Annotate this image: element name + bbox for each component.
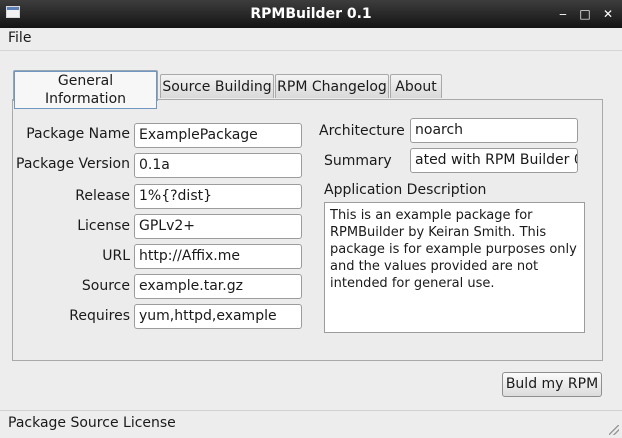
resize-grip-icon[interactable]: [609, 425, 619, 435]
summary-label: Summary: [324, 153, 392, 169]
package-name-field[interactable]: ExamplePackage: [134, 123, 302, 148]
requires-label: Requires: [69, 308, 130, 324]
package-name-label: Package Name: [26, 126, 130, 142]
status-bar: Package Source License: [0, 410, 622, 438]
license-label: License: [77, 218, 130, 234]
maximize-icon[interactable]: □: [576, 5, 594, 23]
requires-field[interactable]: yum,httpd,example: [134, 304, 302, 329]
package-version-field[interactable]: 0.1a: [134, 153, 302, 178]
url-field[interactable]: http://Affix.me: [134, 244, 302, 269]
description-label: Application Description: [324, 182, 487, 198]
title-bar[interactable]: RPMBuilder 0.1 ‒ □ ✕: [0, 0, 622, 28]
menu-file[interactable]: File: [8, 30, 31, 46]
architecture-field[interactable]: noarch: [410, 118, 578, 143]
tab-general-information[interactable]: General Information: [13, 70, 158, 109]
description-textarea[interactable]: This is an example package for RPMBuilde…: [324, 202, 585, 333]
window-title: RPMBuilder 0.1: [250, 6, 372, 22]
source-field[interactable]: example.tar.gz: [134, 274, 302, 299]
tab-source-building[interactable]: Source Building: [160, 74, 274, 98]
url-label: URL: [102, 248, 130, 264]
release-field[interactable]: 1%{?dist}: [134, 184, 302, 209]
menu-bar: File: [0, 28, 622, 51]
tab-label: General Information: [14, 71, 157, 109]
source-label: Source: [81, 278, 130, 294]
build-rpm-button[interactable]: Buld my RPM: [502, 372, 602, 397]
summary-field[interactable]: ated with RPM Builder 0.1: [410, 148, 578, 173]
tab-about[interactable]: About: [390, 74, 442, 98]
close-icon[interactable]: ✕: [599, 5, 617, 23]
package-version-label: Package Version: [16, 156, 130, 172]
minimize-icon[interactable]: ‒: [554, 5, 572, 23]
release-label: Release: [75, 188, 130, 204]
status-text: Package Source License: [8, 415, 176, 431]
tab-rpm-changelog[interactable]: RPM Changelog: [275, 74, 389, 98]
license-field[interactable]: GPLv2+: [134, 214, 302, 239]
architecture-label: Architecture: [319, 123, 405, 139]
